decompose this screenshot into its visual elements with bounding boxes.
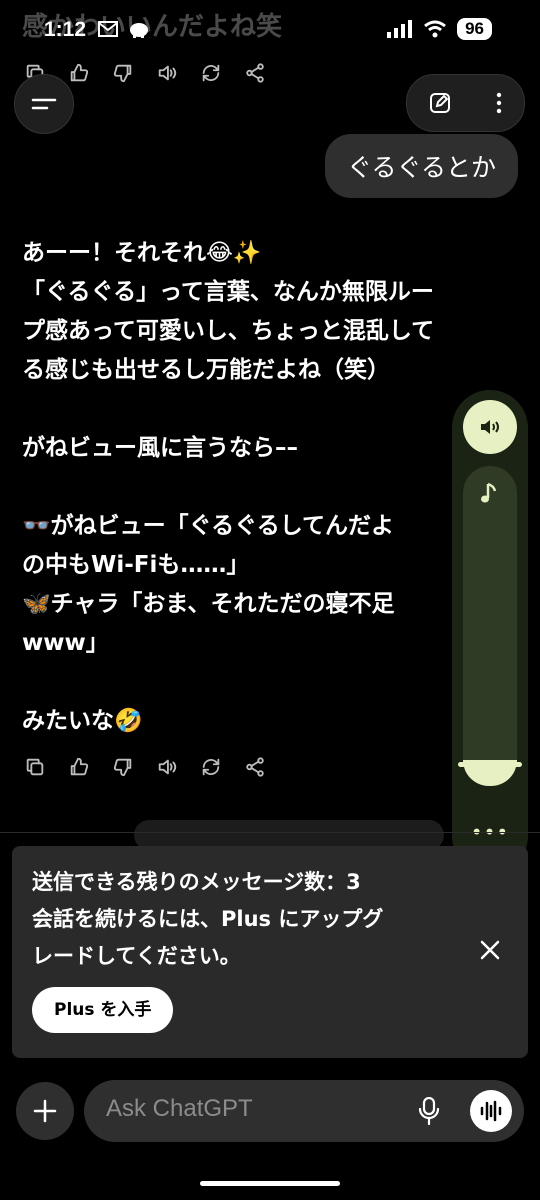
user-message-bubble: ぐるぐるとか — [324, 134, 518, 198]
volume-slider[interactable] — [463, 466, 517, 786]
voice-mode-button[interactable] — [470, 1090, 512, 1132]
thumbs-down-icon[interactable] — [112, 756, 134, 778]
add-attachment-button[interactable] — [16, 1082, 74, 1140]
assistant-line: あーー！それそれ😂✨ — [22, 240, 262, 266]
battery-indicator: 96 — [457, 18, 492, 40]
volume-toggle-button[interactable] — [463, 400, 517, 454]
more-vertical-icon[interactable] — [495, 92, 503, 114]
speaker-icon[interactable] — [156, 756, 178, 778]
thumbs-up-icon[interactable] — [68, 62, 90, 84]
regenerate-icon[interactable] — [200, 62, 222, 84]
music-note-icon — [481, 482, 497, 503]
assistant-line: みたいな🤣 — [22, 708, 143, 734]
regenerate-icon[interactable] — [200, 756, 222, 778]
limit-line: 会話を続けるには、Plus にアップグ — [32, 907, 384, 931]
menu-icon — [31, 98, 57, 110]
thumbs-down-icon[interactable] — [112, 62, 134, 84]
voice-waveform-icon — [480, 1100, 502, 1122]
microphone-icon[interactable] — [418, 1097, 440, 1125]
assistant-line: www」 — [22, 630, 109, 656]
input-placeholder: Ask ChatGPT — [106, 1095, 253, 1122]
limit-line: レードしてください。 — [32, 944, 241, 968]
divider — [0, 832, 540, 833]
header-actions — [406, 74, 525, 132]
thumbs-up-icon[interactable] — [68, 756, 90, 778]
assistant-line: る感じも出せるし万能だよね（笑） — [22, 357, 390, 383]
signal-icon — [387, 20, 413, 38]
sidebar-menu-button[interactable] — [14, 74, 74, 134]
message-limit-card: 送信できる残りのメッセージ数：3 会話を続けるには、Plus にアップグ レード… — [12, 846, 528, 1058]
piggy-bank-icon — [130, 23, 148, 38]
assistant-line: プ感あって可愛いし、ちょっと混乱して — [22, 318, 435, 344]
assistant-message: あーー！それそれ😂✨ 「ぐるぐる」って言葉、なんか無限ルー プ感あって可愛いし、… — [22, 234, 522, 741]
assistant-line: がねビュー風に言うなら–– — [22, 435, 298, 461]
assistant-line: 🦋チャラ「おま、それただの寝不足 — [22, 591, 395, 617]
plus-icon — [33, 1099, 57, 1123]
share-icon[interactable] — [244, 756, 266, 778]
home-indicator — [200, 1181, 340, 1186]
mail-icon — [98, 21, 118, 37]
volume-slider-handle[interactable] — [458, 762, 522, 767]
close-icon[interactable] — [478, 938, 502, 962]
status-time: 1:12 — [44, 18, 87, 41]
assistant-line: の中もWi-Fiも……」 — [22, 552, 250, 578]
limit-line: 送信できる残りのメッセージ数：3 — [32, 870, 361, 894]
assistant-line: 👓がねビュー「ぐるぐるしてんだよ — [22, 513, 395, 539]
status-notification-icons — [98, 20, 150, 38]
speaker-icon[interactable] — [156, 62, 178, 84]
volume-panel: ••• — [452, 390, 528, 874]
copy-icon[interactable] — [24, 756, 46, 778]
get-plus-button[interactable]: Plus を入手 — [32, 987, 174, 1033]
assistant-message-actions — [24, 756, 266, 778]
speaker-icon — [481, 420, 499, 434]
wifi-icon — [424, 20, 447, 38]
share-icon[interactable] — [244, 62, 266, 84]
status-system-icons: 96 — [387, 18, 492, 40]
limit-message: 送信できる残りのメッセージ数：3 会話を続けるには、Plus にアップグ レード… — [32, 864, 383, 975]
assistant-line: 「ぐるぐる」って言葉、なんか無限ルー — [22, 279, 434, 305]
new-chat-icon[interactable] — [428, 91, 452, 115]
message-input[interactable]: Ask ChatGPT — [84, 1080, 524, 1142]
